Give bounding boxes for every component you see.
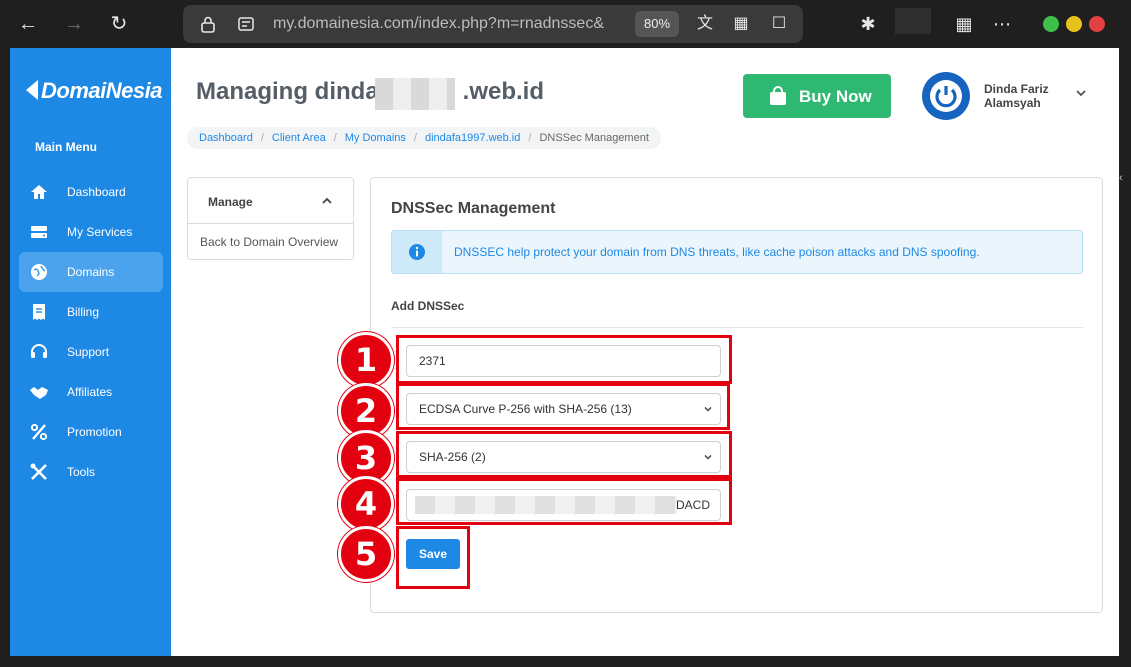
page-title: Managing dinda .web.id (196, 78, 544, 106)
bottom-strip (0, 656, 1131, 667)
percent-icon (30, 423, 48, 441)
sidebar-item-label: Promotion (67, 425, 122, 439)
buy-now-label: Buy Now (799, 87, 872, 106)
chevron-down-icon[interactable] (1074, 86, 1088, 100)
back-arrow-icon[interactable]: ← (14, 10, 42, 38)
breadcrumb-my-domains[interactable]: My Domains (345, 132, 406, 144)
section-label: Add DNSSec (391, 299, 465, 313)
headset-icon (31, 344, 47, 358)
address-bar[interactable]: my.domainesia.com/index.php?m=rnadnssec&… (183, 5, 803, 43)
sidebar-item-tools[interactable]: Tools (19, 452, 163, 492)
bookmark-icon[interactable]: ☐ (769, 14, 789, 34)
logo-mark-icon (26, 80, 38, 100)
sidebar-item-dashboard[interactable]: Dashboard (19, 172, 163, 212)
panel-title: DNSSec Management (391, 200, 556, 217)
manage-title: Manage (208, 195, 253, 209)
home-icon (31, 185, 47, 199)
sidebar-item-label: Billing (67, 305, 100, 319)
avatar[interactable] (922, 72, 970, 120)
sidebar-item-label: Affiliates (67, 385, 113, 399)
breadcrumb-separator: / (260, 132, 264, 144)
breadcrumb-current: DNSSec Management (539, 132, 649, 144)
divider (391, 327, 1083, 328)
step-badge-4: 4 (338, 476, 394, 532)
forward-arrow-icon[interactable]: → (60, 10, 88, 38)
receipt-icon (33, 304, 45, 320)
chevron-up-icon[interactable] (320, 194, 334, 208)
avatar-inner (930, 80, 962, 112)
globe-icon (31, 264, 47, 280)
callout-box-1 (396, 335, 732, 384)
scroll-caret-icon[interactable]: ‹ (1119, 172, 1131, 186)
minimize-icon[interactable] (1043, 16, 1059, 32)
lock-icon (201, 16, 215, 33)
callout-box-5 (396, 526, 470, 589)
redacted-block (375, 78, 455, 110)
breadcrumb-separator: / (333, 132, 337, 144)
back-to-overview-link[interactable]: Back to Domain Overview (200, 235, 338, 249)
logo-text: DomaiNesia (41, 78, 162, 103)
sidebar-item-label: Tools (67, 465, 96, 479)
breadcrumb-separator: / (413, 132, 417, 144)
user-name[interactable]: Dinda Fariz Alamsyah (984, 82, 1074, 110)
sidebar-item-billing[interactable]: Billing (19, 292, 163, 332)
callout-box-2 (396, 383, 730, 430)
apps-grid-icon[interactable]: ▦ (731, 14, 751, 34)
callout-box-3 (396, 431, 732, 478)
brand-logo[interactable]: DomaiNesia (26, 78, 166, 110)
sidebar-item-label: My Services (67, 225, 133, 239)
sidebar-item-support[interactable]: Support (19, 332, 163, 372)
zoom-badge[interactable]: 80% (635, 11, 679, 37)
breadcrumb: Dashboard / Client Area / My Domains / dindafa… (187, 127, 661, 149)
page: DomaiNesia Main Menu Dashboard My Servic… (10, 48, 1119, 656)
step-badge-5: 5 (338, 526, 394, 582)
server-icon (31, 226, 47, 238)
url-text[interactable]: my.domainesia.com/index.php?m=rnadnssec& (273, 15, 628, 33)
sidebar: DomaiNesia Main Menu Dashboard My Servic… (10, 48, 171, 656)
reload-icon[interactable]: ↻ (105, 10, 133, 38)
more-menu-icon[interactable]: ⋯ (990, 12, 1014, 36)
browser-toolbar: ← → ↻ my.domainesia.com/index.php?m=rnad… (0, 0, 1131, 48)
manage-header[interactable]: Manage (188, 178, 353, 224)
sidebar-item-label: Domains (67, 265, 115, 279)
step-badge-1: 1 (338, 332, 394, 388)
sidebar-item-affiliates[interactable]: Affiliates (19, 372, 163, 412)
sidebar-item-label: Support (67, 345, 110, 359)
extensions-icon[interactable]: ✱ (856, 12, 880, 36)
site-info-icon[interactable] (237, 15, 255, 33)
alert-message: DNSSEC help protect your domain from DNS… (454, 245, 980, 259)
menu-title: Main Menu (35, 140, 97, 154)
alert-icon-wrap (392, 231, 442, 273)
profile-placeholder[interactable] (895, 8, 931, 34)
collections-icon[interactable]: ▦ (952, 12, 976, 36)
sidebar-item-label: Dashboard (67, 185, 126, 199)
callout-box-4 (396, 478, 732, 525)
title-prefix: Managing dinda (196, 78, 379, 105)
sidebar-item-my-services[interactable]: My Services (19, 212, 163, 252)
manage-panel: Manage Back to Domain Overview (187, 177, 354, 260)
power-icon (935, 86, 957, 108)
tools-icon (30, 463, 47, 480)
info-icon (409, 244, 425, 260)
translate-icon[interactable]: 文 (695, 14, 715, 34)
handshake-icon (30, 387, 48, 399)
breadcrumb-client-area[interactable]: Client Area (272, 132, 326, 144)
info-alert: DNSSEC help protect your domain from DNS… (391, 230, 1083, 274)
buy-now-button[interactable]: Buy Now (743, 74, 891, 118)
sidebar-item-promotion[interactable]: Promotion (19, 412, 163, 452)
sidebar-item-domains[interactable]: Domains (19, 252, 163, 292)
shopping-bag-icon (770, 86, 786, 105)
close-icon[interactable] (1089, 16, 1105, 32)
breadcrumb-dashboard[interactable]: Dashboard (199, 132, 253, 144)
breadcrumb-domain[interactable]: dindafa1997.web.id (425, 132, 520, 144)
maximize-icon[interactable] (1066, 16, 1082, 32)
title-suffix: .web.id (462, 78, 545, 105)
breadcrumb-separator: / (528, 132, 532, 144)
